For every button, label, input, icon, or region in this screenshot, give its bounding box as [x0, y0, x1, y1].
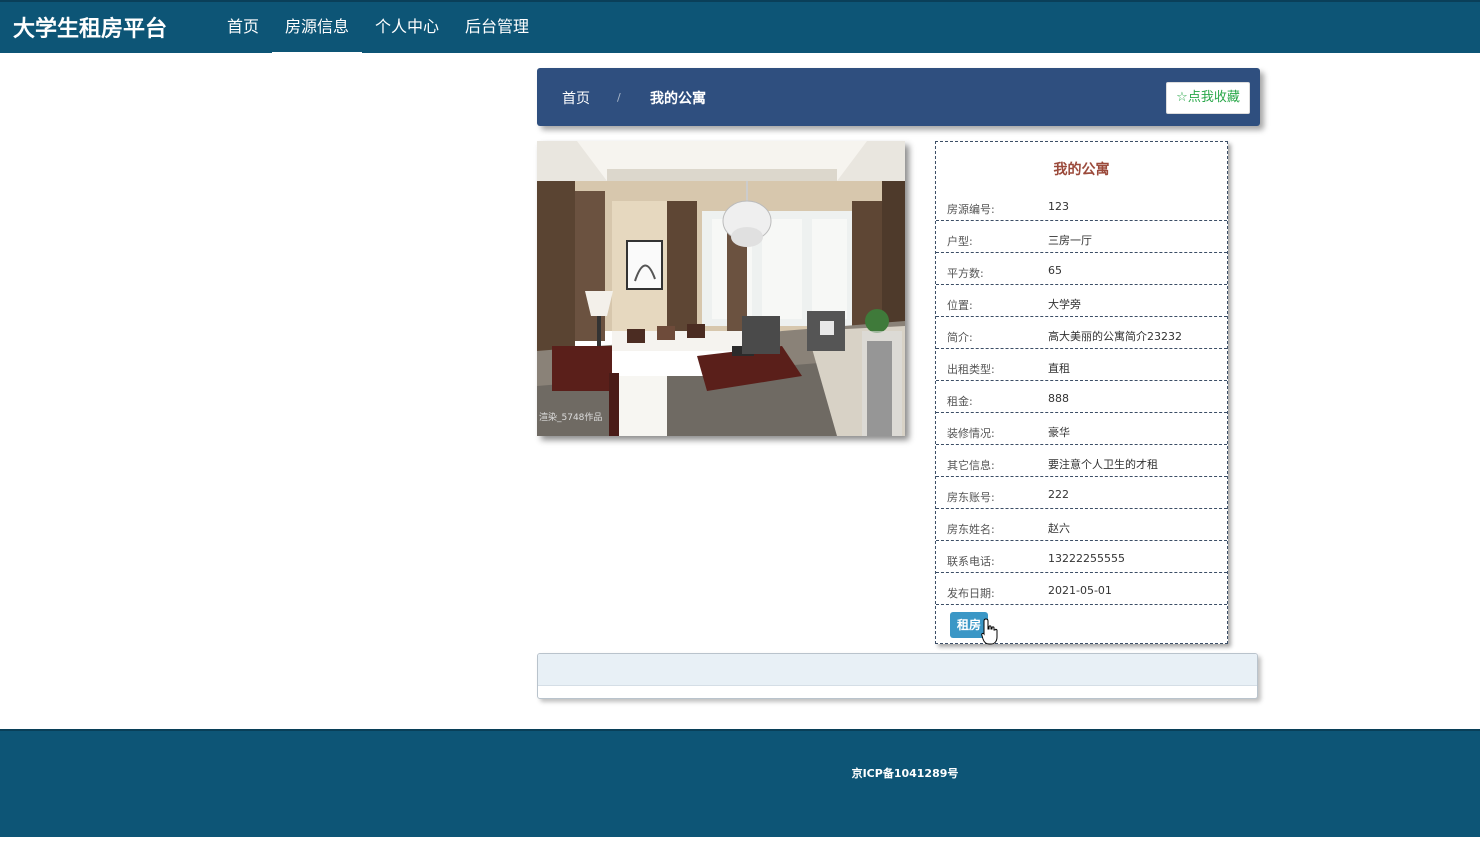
detail-row-layout: 户型: 三房一厅 — [936, 221, 1227, 253]
breadcrumb-home-link[interactable]: 首页 — [562, 88, 590, 108]
site-brand[interactable]: 大学生租房平台 — [13, 11, 167, 43]
nav-item-home[interactable]: 首页 — [214, 2, 272, 53]
field-value: 65 — [1048, 264, 1062, 277]
field-label: 出租类型: — [947, 363, 995, 376]
field-label: 房东姓名: — [947, 523, 995, 536]
detail-row-summary: 简介: 高大美丽的公寓简介23232 — [936, 317, 1227, 349]
detail-row-location: 位置: 大学旁 — [936, 285, 1227, 317]
field-label: 位置: — [947, 299, 973, 312]
photo-watermark: 渲染_5748作品 — [539, 411, 602, 423]
icp-record: 京ICP备1041289号 — [851, 767, 959, 780]
detail-row-listing-id: 房源编号: 123 — [936, 189, 1227, 221]
field-value: 222 — [1048, 488, 1069, 501]
field-label: 联系电话: — [947, 555, 995, 568]
detail-row-publish-date: 发布日期: 2021-05-01 — [936, 573, 1227, 605]
field-label: 户型: — [947, 235, 973, 248]
field-value: 大学旁 — [1048, 298, 1081, 311]
field-value: 直租 — [1048, 362, 1070, 375]
detail-row-phone: 联系电话: 13222255555 — [936, 541, 1227, 573]
field-value: 888 — [1048, 392, 1069, 405]
apartment-detail-panel: 我的公寓 房源编号: 123 户型: 三房一厅 平方数: 65 位置: 大学旁 … — [935, 141, 1228, 644]
favorite-button[interactable]: ☆点我收藏 — [1166, 82, 1250, 114]
footer: 京ICP备1041289号 — [0, 729, 1480, 837]
nav-item-user-center[interactable]: 个人中心 — [362, 2, 452, 53]
field-label: 房东账号: — [947, 491, 995, 504]
top-navbar: 大学生租房平台 首页 房源信息 个人中心 后台管理 — [0, 0, 1480, 55]
detail-row-rental-type: 出租类型: 直租 — [936, 349, 1227, 381]
hand-cursor-icon — [981, 618, 998, 645]
detail-row-rent: 租金: 888 — [936, 381, 1227, 413]
field-label: 租金: — [947, 395, 973, 408]
breadcrumb-separator: / — [617, 91, 621, 104]
breadcrumb-bar: 首页 / 我的公寓 ☆点我收藏 — [537, 68, 1260, 126]
field-label: 装修情况: — [947, 427, 995, 440]
apartment-photo: 渲染_5748作品 — [537, 141, 905, 436]
detail-row-landlord-name: 房东姓名: 赵六 — [936, 509, 1227, 541]
field-value: 豪华 — [1048, 426, 1070, 439]
field-value: 赵六 — [1048, 522, 1070, 535]
field-value: 三房一厅 — [1048, 234, 1092, 247]
field-value: 要注意个人卫生的才租 — [1048, 458, 1158, 471]
comment-panel — [537, 653, 1258, 699]
nav-item-admin[interactable]: 后台管理 — [452, 2, 542, 53]
field-label: 其它信息: — [947, 459, 995, 472]
field-value: 高大美丽的公寓简介23232 — [1048, 330, 1182, 343]
detail-title: 我的公寓 — [1053, 162, 1110, 178]
field-label: 简介: — [947, 331, 973, 344]
field-label: 房源编号: — [947, 203, 995, 216]
breadcrumb-current: 我的公寓 — [650, 91, 706, 107]
detail-row-landlord-account: 房东账号: 222 — [936, 477, 1227, 509]
main-nav: 首页 房源信息 个人中心 后台管理 — [214, 2, 542, 55]
field-value: 123 — [1048, 200, 1069, 213]
detail-row-decoration: 装修情况: 豪华 — [936, 413, 1227, 445]
field-label: 发布日期: — [947, 587, 995, 600]
field-value: 2021-05-01 — [1048, 584, 1112, 597]
comment-panel-header — [538, 654, 1257, 686]
nav-item-listings[interactable]: 房源信息 — [272, 2, 363, 55]
field-label: 平方数: — [947, 267, 984, 280]
detail-row-other-info: 其它信息: 要注意个人卫生的才租 — [936, 445, 1227, 477]
detail-row-area: 平方数: 65 — [936, 253, 1227, 285]
field-value: 13222255555 — [1048, 552, 1125, 565]
